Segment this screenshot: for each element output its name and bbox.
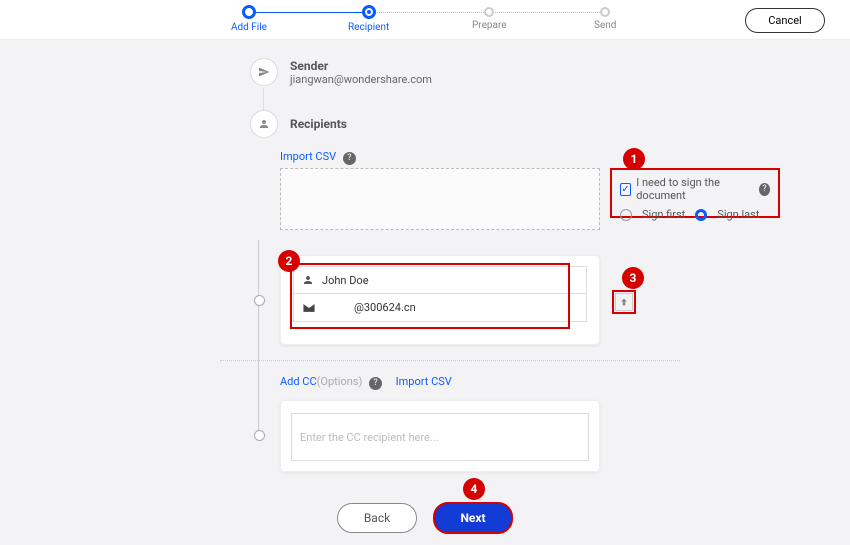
recipient-name-input[interactable]: John Doe: [293, 266, 587, 294]
sender-block: Sender jiangwan@wondershare.com: [250, 58, 432, 86]
step-label: Add File: [231, 22, 267, 33]
sender-title: Sender: [290, 59, 432, 73]
back-button[interactable]: Back: [337, 503, 417, 533]
mail-icon: [302, 303, 316, 313]
recipient-card: John Doe @300624.cn: [280, 255, 600, 345]
step-send[interactable]: Send: [594, 5, 616, 31]
paper-plane-icon: [258, 66, 270, 78]
next-button[interactable]: Next: [433, 502, 513, 534]
sequence-line: [258, 240, 259, 435]
step-label: Send: [594, 20, 616, 31]
callout-3: 3: [622, 267, 644, 289]
recipient-email-input[interactable]: @300624.cn: [293, 294, 587, 322]
recipients-title: Recipients: [290, 117, 347, 131]
step-prepare[interactable]: Prepare: [472, 5, 507, 31]
help-icon[interactable]: ?: [759, 183, 770, 196]
help-icon[interactable]: ?: [369, 377, 382, 390]
help-icon[interactable]: ?: [343, 152, 356, 165]
step-dot: [362, 5, 376, 19]
cc-header-row: Add CC(Options) ? Import CSV: [280, 375, 452, 390]
step-dot: [242, 5, 256, 19]
sign-last-radio[interactable]: [695, 209, 707, 221]
self-sign-label: I need to sign the document: [636, 176, 750, 202]
recipient-email-value: @300624.cn: [324, 301, 416, 314]
move-up-button[interactable]: [615, 293, 633, 311]
arrow-up-icon: [619, 297, 629, 307]
step-dot: [484, 7, 494, 17]
step-dot: [600, 7, 610, 17]
sequence-node-2: [254, 430, 265, 441]
import-csv-link[interactable]: Import CSV: [280, 150, 336, 163]
person-icon: [258, 118, 270, 130]
sign-first-label: Sign first: [642, 208, 685, 221]
cc-recipient-input[interactable]: [291, 413, 589, 461]
sender-icon: [250, 58, 278, 86]
add-cc-link[interactable]: Add CC: [280, 375, 317, 388]
self-sign-panel: ✓ I need to sign the document ? Sign fir…: [610, 168, 780, 218]
callout-4: 4: [463, 478, 485, 500]
step-label: Prepare: [472, 20, 507, 31]
import-csv-row: Import CSV ?: [280, 150, 356, 165]
step-label: Recipient: [348, 22, 389, 33]
sign-last-label: Sign last: [717, 208, 759, 221]
csv-drop-zone[interactable]: [280, 168, 600, 230]
cc-import-csv-link[interactable]: Import CSV: [396, 375, 452, 388]
sequence-node-1: [254, 295, 265, 306]
recipients-icon: [250, 110, 278, 138]
sign-first-radio[interactable]: [620, 209, 632, 221]
sender-email: jiangwan@wondershare.com: [290, 73, 432, 86]
cc-card: [280, 400, 600, 472]
section-divider: [220, 360, 680, 361]
cancel-button[interactable]: Cancel: [745, 8, 825, 33]
recipient-name-value: John Doe: [322, 274, 369, 287]
footer: Back 4 Next: [0, 490, 850, 545]
callout-3-frame: [612, 290, 636, 314]
callout-2: 2: [278, 250, 300, 272]
step-add-file[interactable]: Add File: [231, 5, 267, 33]
stage: Sender jiangwan@wondershare.com Recipien…: [0, 40, 850, 545]
callout-1: 1: [623, 148, 645, 170]
self-sign-checkbox[interactable]: ✓: [620, 183, 631, 196]
stepper: Add File Recipient Prepare Send Cancel: [0, 0, 850, 40]
person-icon: [302, 274, 314, 286]
step-track: [249, 12, 604, 13]
step-recipient[interactable]: Recipient: [348, 5, 389, 33]
recipients-header: Recipients: [250, 110, 347, 138]
cc-options-suffix: (Options): [317, 375, 363, 388]
